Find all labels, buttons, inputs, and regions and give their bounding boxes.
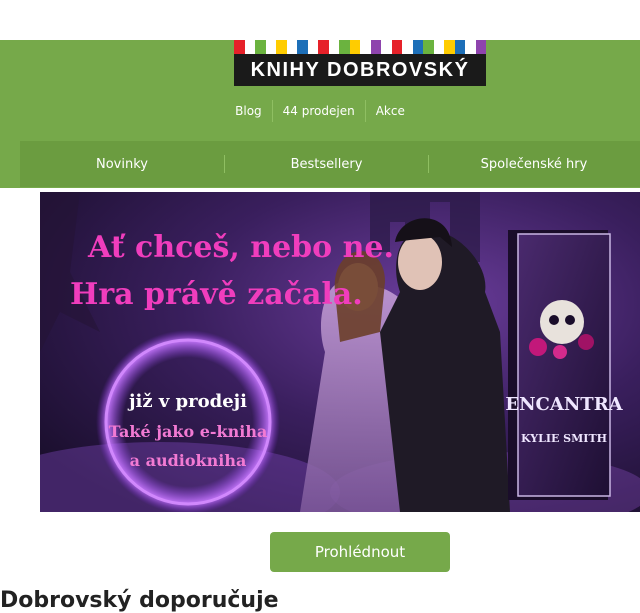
link-blog[interactable]: Blog	[225, 104, 272, 118]
section-title: Dobrovský doporučuje	[0, 588, 279, 613]
logo-stripe	[234, 40, 245, 54]
top-white-strip	[0, 0, 640, 40]
top-links: Blog 44 prodejen Akce	[0, 99, 640, 123]
link-stores[interactable]: 44 prodejen	[273, 104, 365, 118]
logo-stripe	[297, 40, 308, 54]
logo-stripe	[381, 40, 392, 54]
logo-stripe	[402, 40, 413, 54]
logo-stripe	[423, 40, 434, 54]
nav-item-novinky[interactable]: Novinky	[20, 157, 224, 172]
promo-banner[interactable]: Ať chceš, nebo ne. Hra právě začala. již…	[40, 192, 640, 512]
logo-stripe	[339, 40, 350, 54]
logo-stripe	[286, 40, 297, 54]
logo-stripe	[475, 40, 486, 54]
logo-stripe	[255, 40, 266, 54]
book-title: ENCANTRA	[505, 394, 623, 415]
logo-stripe	[370, 40, 381, 54]
logo-stripe	[318, 40, 329, 54]
logo-stripe	[444, 40, 455, 54]
browse-button[interactable]: Prohlédnout	[270, 532, 450, 572]
logo-stripe	[391, 40, 402, 54]
logo-stripe	[307, 40, 318, 54]
circle-text-1: již v prodeji	[127, 391, 247, 412]
circle-text-3: a audiokniha	[130, 451, 247, 470]
circle-text-2: Také jako e-kniha	[109, 422, 268, 441]
site-logo[interactable]: KNIHY DOBROVSKÝ	[234, 40, 486, 86]
logo-stripe	[276, 40, 287, 54]
logo-stripe	[265, 40, 276, 54]
nav-item-bestsellery[interactable]: Bestsellery	[225, 157, 428, 172]
book-author: KYLIE SMITH	[521, 432, 607, 445]
logo-text: KNIHY DOBROVSKÝ	[234, 54, 486, 86]
logo-stripe	[412, 40, 423, 54]
headline-line-2: Hra právě začala.	[70, 277, 363, 312]
logo-stripe	[433, 40, 444, 54]
logo-stripe	[465, 40, 476, 54]
headline-line-1: Ať chceš, nebo ne.	[87, 230, 394, 265]
book-cover	[508, 230, 611, 500]
logo-stripe	[360, 40, 371, 54]
logo-stripe	[244, 40, 255, 54]
logo-color-stripes	[234, 40, 486, 54]
logo-stripe	[328, 40, 339, 54]
logo-stripe	[349, 40, 360, 54]
link-deals[interactable]: Akce	[366, 104, 415, 118]
nav-item-spolecenske-hry[interactable]: Společenské hry	[429, 157, 639, 172]
logo-stripe	[454, 40, 465, 54]
banner-artwork: Ať chceš, nebo ne. Hra právě začala. již…	[40, 192, 640, 512]
main-nav: Novinky Bestsellery Společenské hry	[20, 141, 640, 187]
